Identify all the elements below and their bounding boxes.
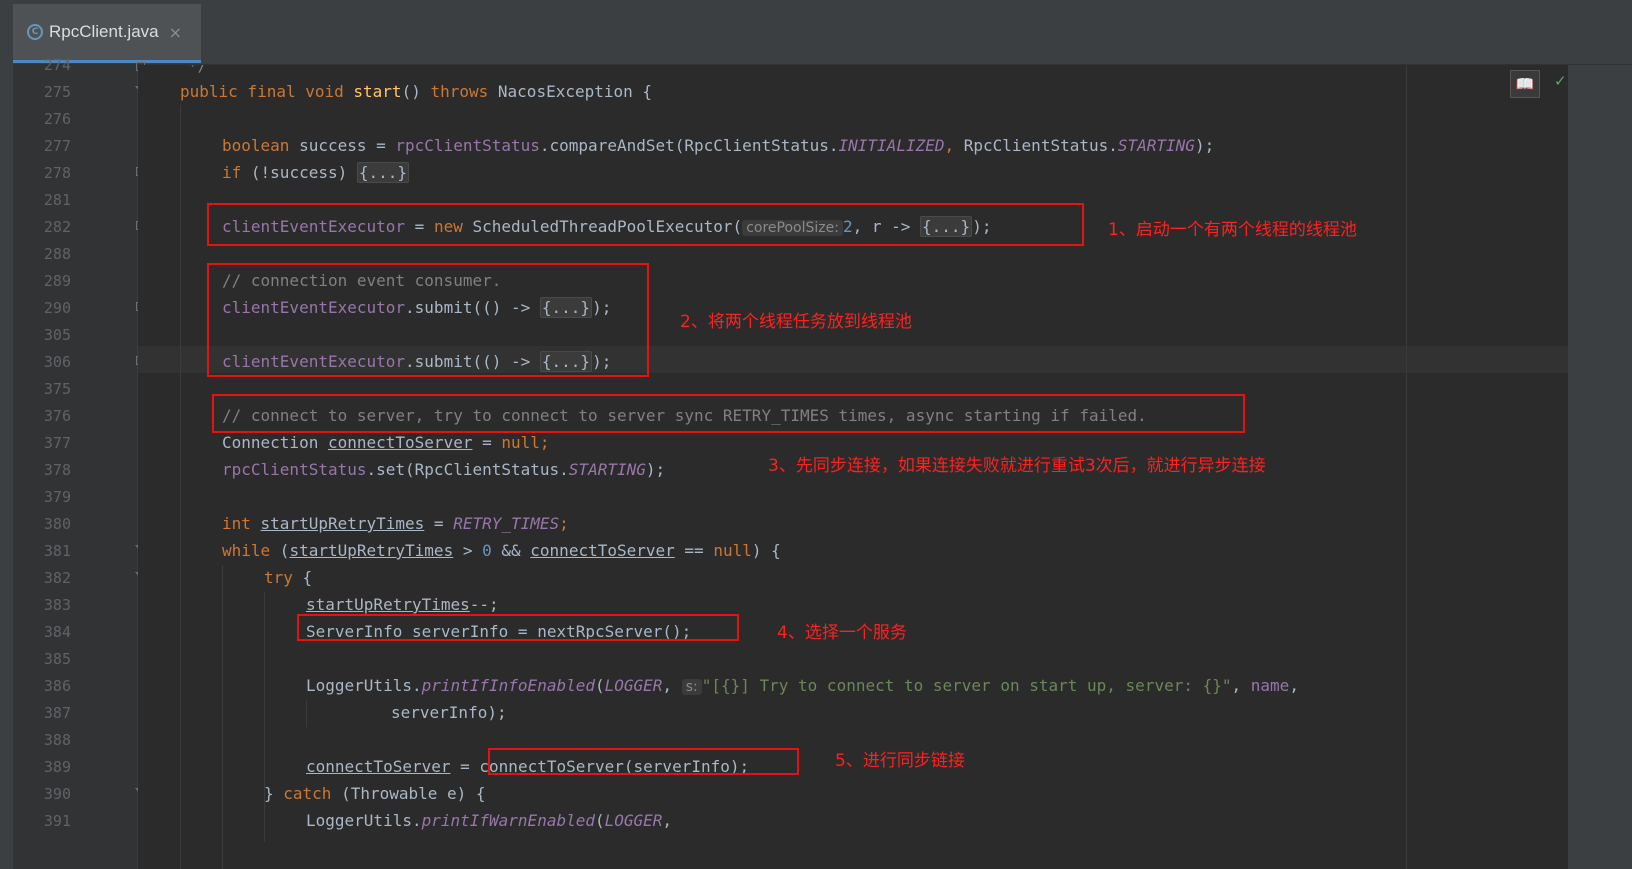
code-line: while (startUpRetryTimes > 0 && connectT… [222, 541, 781, 560]
annotation-text-4: 4、选择一个服务 [777, 623, 907, 643]
code-line: rpcClientStatus.set(RpcClientStatus.STAR… [222, 460, 666, 479]
indent-guide [222, 565, 223, 869]
annotation-box-2 [207, 263, 649, 377]
line-number[interactable]: 377 [26, 430, 71, 457]
line-number[interactable]: 288 [26, 241, 71, 268]
annotation-box-1 [207, 203, 1084, 246]
close-icon[interactable]: × [169, 23, 182, 42]
line-number[interactable]: 379 [26, 484, 71, 511]
indent-guide [306, 700, 307, 727]
editor-tab-bar [13, 0, 1632, 65]
code-line: try { [264, 568, 313, 587]
line-number[interactable]: 386 [26, 673, 71, 700]
code-line: LoggerUtils.printIfWarnEnabled(LOGGER, [306, 811, 673, 830]
right-tool-strip [1568, 65, 1632, 869]
line-number[interactable]: 382 [26, 565, 71, 592]
line-number[interactable]: 278 [26, 160, 71, 187]
tab-label: RpcClient.java [49, 22, 159, 41]
line-number[interactable]: 383 [26, 592, 71, 619]
annotation-box-5 [488, 748, 799, 775]
line-number[interactable]: 391 [26, 808, 71, 835]
line-number[interactable]: 289 [26, 268, 71, 295]
line-number[interactable]: 375 [26, 376, 71, 403]
inspection-check-icon[interactable]: ✓ [1554, 72, 1567, 90]
annotation-text-5: 5、进行同步链接 [835, 751, 965, 771]
line-number[interactable]: 389 [26, 754, 71, 781]
line-number[interactable]: 378 [26, 457, 71, 484]
right-margin-guide [1406, 65, 1407, 869]
code-line: int startUpRetryTimes = RETRY_TIMES; [222, 514, 569, 533]
line-number[interactable]: 277 [26, 133, 71, 160]
code-line: public final void start() throws NacosEx… [180, 82, 653, 101]
java-class-icon: C [27, 24, 43, 40]
line-number[interactable]: 281 [26, 187, 71, 214]
line-number[interactable]: 276 [26, 106, 71, 133]
line-number[interactable]: 305 [26, 322, 71, 349]
line-number[interactable]: 290 [26, 295, 71, 322]
line-number[interactable]: 384 [26, 619, 71, 646]
line-number[interactable]: 380 [26, 511, 71, 538]
annotation-text-3: 3、先同步连接，如果连接失败就进行重试3次后，就进行异步连接 [768, 456, 1266, 476]
code-line: serverInfo); [391, 703, 507, 722]
code-line: Connection connectToServer = null; [222, 433, 550, 452]
line-number[interactable]: 282 [26, 214, 71, 241]
annotation-box-4 [297, 614, 739, 641]
code-line: if (!success) {...} [222, 162, 410, 183]
line-number[interactable]: 376 [26, 403, 71, 430]
code-line: boolean success = rpcClientStatus.compar… [222, 136, 1215, 155]
left-tool-strip[interactable] [0, 0, 14, 869]
line-number-gutter[interactable]: 274 275 276 277 278 281 282 288 289 290 305 306 375 3… [13, 56, 147, 869]
reader-mode-icon[interactable]: 📖 [1510, 70, 1540, 98]
parameter-hint: s: [681, 679, 702, 695]
line-number[interactable]: 275 [26, 79, 71, 106]
annotation-text-2: 2、将两个线程任务放到线程池 [680, 312, 912, 332]
folded-block[interactable]: {...} [356, 162, 410, 183]
code-line: } catch (Throwable e) { [264, 784, 486, 803]
code-line: LoggerUtils.printIfInfoEnabled(LOGGER, s… [306, 676, 1299, 695]
annotation-text-1: 1、启动一个有两个线程的线程池 [1108, 220, 1357, 240]
line-number[interactable]: 306 [26, 349, 71, 376]
line-number[interactable]: 274 [26, 52, 71, 79]
line-number[interactable]: 385 [26, 646, 71, 673]
line-number[interactable]: 390 [26, 781, 71, 808]
annotation-box-3 [212, 394, 1245, 433]
line-number[interactable]: 387 [26, 700, 71, 727]
indent-guide [180, 105, 181, 869]
line-number[interactable]: 388 [26, 727, 71, 754]
line-number[interactable]: 381 [26, 538, 71, 565]
code-line: */ [188, 65, 208, 75]
